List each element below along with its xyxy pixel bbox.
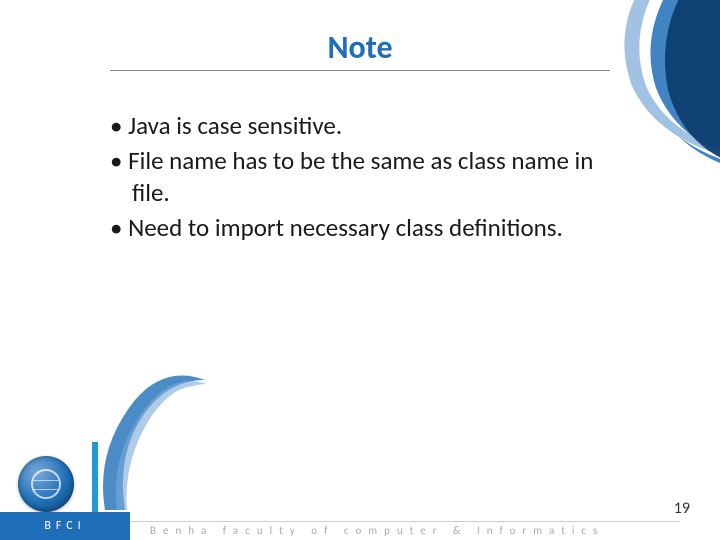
footer-text: Benha faculty of computer & Informatics: [150, 524, 604, 537]
slide: Note Java is case sensitive. File name h…: [0, 0, 720, 540]
footer: BFCI Benha faculty of computer & Informa…: [0, 512, 720, 540]
bfci-logo-icon: [18, 456, 74, 512]
bullet-item: File name has to be the same as class na…: [110, 145, 630, 208]
bullet-item: Java is case sensitive.: [110, 110, 630, 141]
slide-title: Note: [0, 28, 720, 67]
slide-body: Java is case sensitive. File name has to…: [110, 110, 630, 247]
decoration-bottom-left-icon: [95, 370, 215, 510]
footer-badge: BFCI: [0, 512, 130, 540]
title-underline: [110, 70, 610, 71]
page-number: 19: [674, 499, 690, 518]
footer-divider: [130, 521, 680, 522]
footer-badge-label: BFCI: [44, 519, 85, 533]
bullet-item: Need to import necessary class definitio…: [110, 212, 630, 243]
vertical-accent-bar: [92, 442, 98, 512]
